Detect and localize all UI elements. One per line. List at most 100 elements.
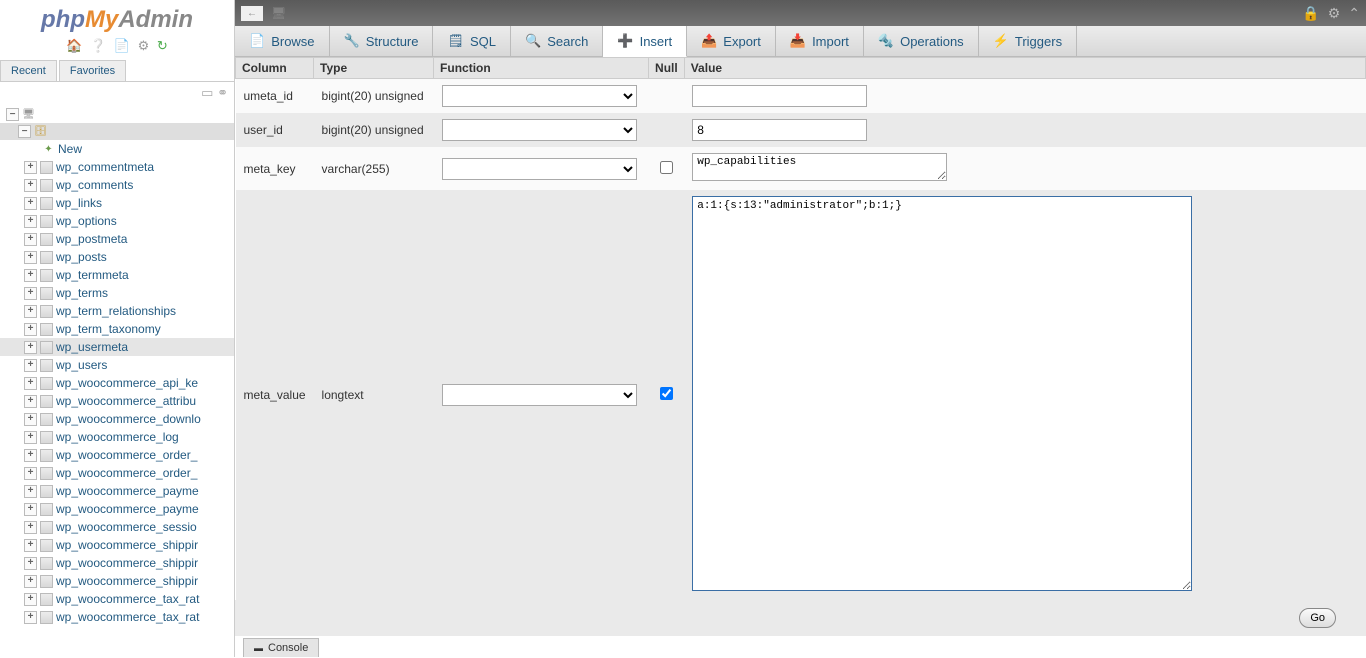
- go-button[interactable]: Go: [1299, 608, 1336, 628]
- plus-icon[interactable]: +: [24, 251, 37, 264]
- plus-icon[interactable]: +: [24, 323, 37, 336]
- table-icon: [40, 521, 53, 534]
- plus-icon[interactable]: +: [24, 593, 37, 606]
- plus-icon[interactable]: +: [24, 503, 37, 516]
- tree-table[interactable]: +wp_woocommerce_payme: [0, 482, 234, 500]
- tree-table[interactable]: +wp_links: [0, 194, 234, 212]
- home-icon[interactable]: 🏠: [66, 38, 82, 53]
- table-icon: [40, 449, 53, 462]
- tab-browse[interactable]: 📄Browse: [235, 26, 330, 56]
- tree-table[interactable]: +wp_termmeta: [0, 266, 234, 284]
- tree-table[interactable]: +wp_posts: [0, 248, 234, 266]
- tree-table-label: wp_users: [56, 358, 107, 372]
- tree-table[interactable]: +wp_woocommerce_api_ke: [0, 374, 234, 392]
- tab-import[interactable]: 📥Import: [776, 26, 864, 56]
- plus-icon[interactable]: +: [24, 575, 37, 588]
- plus-icon[interactable]: +: [24, 341, 37, 354]
- tree-table[interactable]: +wp_term_taxonomy: [0, 320, 234, 338]
- tree-table[interactable]: + wp_users: [0, 356, 234, 374]
- plus-icon[interactable]: +: [24, 611, 37, 624]
- tree-table[interactable]: +wp_terms: [0, 284, 234, 302]
- value-input[interactable]: [692, 85, 867, 107]
- tree-table[interactable]: +wp_woocommerce_tax_rat: [0, 590, 234, 608]
- tab-operations[interactable]: 🔩Operations: [864, 26, 979, 56]
- tab-sql[interactable]: 🗒SQL: [433, 26, 511, 56]
- db-tree[interactable]: −🖥−🗄✦New+wp_commentmeta+wp_comments+wp_l…: [0, 104, 234, 657]
- tree-table[interactable]: +wp_woocommerce_shippir: [0, 536, 234, 554]
- null-checkbox[interactable]: [660, 161, 673, 174]
- plus-icon[interactable]: +: [24, 521, 37, 534]
- lock-icon[interactable]: 🔒: [1302, 5, 1319, 22]
- breadcrumb-arrow[interactable]: ←: [241, 6, 263, 21]
- minus-icon[interactable]: −: [6, 108, 19, 121]
- tab-insert[interactable]: ➕Insert: [603, 26, 687, 57]
- plus-icon[interactable]: +: [24, 179, 37, 192]
- logout-icon[interactable]: ❔: [90, 38, 106, 53]
- tab-triggers[interactable]: ⚡Triggers: [979, 26, 1077, 56]
- plus-icon[interactable]: +: [24, 233, 37, 246]
- tree-table[interactable]: +wp_woocommerce_log: [0, 428, 234, 446]
- plus-icon[interactable]: +: [24, 467, 37, 480]
- tree-table[interactable]: +wp_term_relationships: [0, 302, 234, 320]
- link-icon[interactable]: ⚭: [217, 85, 228, 100]
- plus-icon[interactable]: +: [24, 215, 37, 228]
- function-select[interactable]: [442, 119, 637, 141]
- plus-icon[interactable]: +: [24, 197, 37, 210]
- tree-table[interactable]: +wp_woocommerce_payme: [0, 500, 234, 518]
- tree-table[interactable]: +wp_woocommerce_order_: [0, 446, 234, 464]
- tree-server[interactable]: −🖥: [0, 106, 234, 123]
- collapse-top-icon[interactable]: ⌃: [1348, 5, 1360, 22]
- logo-php: php: [41, 6, 85, 33]
- docs-icon[interactable]: 📄: [114, 38, 130, 53]
- plus-icon[interactable]: +: [24, 359, 37, 372]
- tab-structure[interactable]: 🔧Structure: [330, 26, 434, 56]
- reload-icon[interactable]: ↻: [157, 38, 168, 53]
- tree-database[interactable]: −🗄: [0, 123, 234, 140]
- function-select[interactable]: [442, 158, 637, 180]
- plus-icon[interactable]: +: [24, 161, 37, 174]
- plus-icon[interactable]: +: [24, 287, 37, 300]
- collapse-icon[interactable]: ▭: [201, 85, 213, 100]
- plus-icon[interactable]: +: [24, 431, 37, 444]
- plus-icon[interactable]: +: [24, 557, 37, 570]
- function-select[interactable]: [442, 384, 637, 406]
- insert-row: meta_valuelongtexta:1:{s:13:"administrat…: [236, 190, 1366, 600]
- tree-table[interactable]: +wp_commentmeta: [0, 158, 234, 176]
- gear-icon[interactable]: ⚙: [1328, 5, 1341, 22]
- plus-icon[interactable]: +: [24, 395, 37, 408]
- tree-table[interactable]: +wp_options: [0, 212, 234, 230]
- console-toggle[interactable]: Console: [243, 638, 319, 657]
- tree-table[interactable]: +wp_postmeta: [0, 230, 234, 248]
- tree-table[interactable]: +wp_woocommerce_sessio: [0, 518, 234, 536]
- minus-icon[interactable]: −: [18, 125, 31, 138]
- tree-table[interactable]: +wp_woocommerce_downlo: [0, 410, 234, 428]
- console-label: Console: [268, 642, 308, 654]
- settings-icon[interactable]: ⚙: [138, 38, 150, 53]
- plus-icon[interactable]: +: [24, 485, 37, 498]
- tab-favorites[interactable]: Favorites: [59, 60, 126, 81]
- tree-table[interactable]: +wp_usermeta: [0, 338, 234, 356]
- value-textarea-large[interactable]: a:1:{s:13:"administrator";b:1;}: [692, 196, 1192, 591]
- tree-table[interactable]: +wp_woocommerce_order_: [0, 464, 234, 482]
- tree-new[interactable]: ✦New: [0, 140, 234, 158]
- value-input[interactable]: [692, 119, 867, 141]
- tab-search[interactable]: 🔍Search: [511, 26, 603, 56]
- plus-icon[interactable]: +: [24, 377, 37, 390]
- tree-table[interactable]: +wp_woocommerce_shippir: [0, 554, 234, 572]
- tab-label: Export: [723, 34, 761, 49]
- tree-table[interactable]: +wp_woocommerce_attribu: [0, 392, 234, 410]
- tree-table[interactable]: +wp_woocommerce_shippir: [0, 572, 234, 590]
- tab-recent[interactable]: Recent: [0, 60, 57, 81]
- tab-export[interactable]: 📤Export: [687, 26, 776, 56]
- plus-icon[interactable]: +: [24, 539, 37, 552]
- tree-table[interactable]: +wp_comments: [0, 176, 234, 194]
- null-checkbox[interactable]: [660, 387, 673, 400]
- function-select[interactable]: [442, 85, 637, 107]
- tree-table[interactable]: +wp_woocommerce_tax_rat: [0, 608, 234, 626]
- plus-icon[interactable]: +: [24, 269, 37, 282]
- plus-icon[interactable]: +: [24, 305, 37, 318]
- plus-icon[interactable]: +: [24, 449, 37, 462]
- table-icon: [40, 215, 53, 228]
- plus-icon[interactable]: +: [24, 413, 37, 426]
- value-textarea[interactable]: wp_capabilities: [692, 153, 947, 181]
